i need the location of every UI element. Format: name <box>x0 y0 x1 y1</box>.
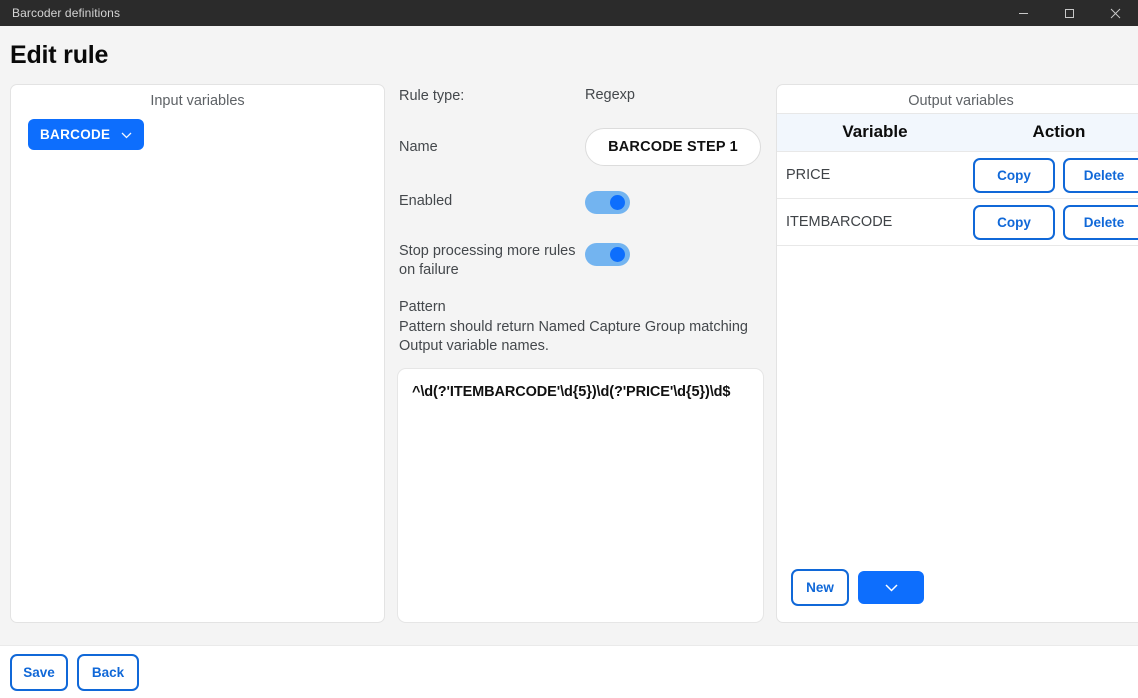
page-body: Edit rule Input variables BARCODE <box>0 26 1138 698</box>
chevron-down-icon <box>121 127 132 142</box>
rule-name-label: Name <box>399 138 585 157</box>
page-title: Edit rule <box>0 26 1138 84</box>
input-variables-list: BARCODE <box>11 113 384 150</box>
minimize-icon[interactable] <box>1000 0 1046 26</box>
maximize-icon[interactable] <box>1046 0 1092 26</box>
copy-button[interactable]: Copy <box>973 205 1055 240</box>
pattern-input[interactable]: ^\d(?'ITEMBARCODE'\d{5})\d(?'PRICE'\d{5}… <box>397 368 764 624</box>
row-actions: Copy Delete <box>973 158 1138 193</box>
output-variable-name: PRICE <box>777 167 973 183</box>
output-variables-table: Variable Action PRICE Copy Delete ITEMBA… <box>777 113 1138 246</box>
rule-stop-label: Stop processing more rules on failure <box>399 241 585 280</box>
window-controls <box>1000 0 1138 26</box>
rule-enabled-toggle[interactable] <box>585 191 630 214</box>
rule-stop-toggle[interactable] <box>585 243 630 266</box>
rule-form-fields: Rule type: Regexp Name Enabled Stop proc… <box>397 84 764 368</box>
rule-name-row: Name <box>399 128 762 189</box>
delete-button[interactable]: Delete <box>1063 158 1138 193</box>
input-variables-panel: Input variables BARCODE <box>10 84 385 623</box>
input-variable-barcode-button[interactable]: BARCODE <box>28 119 144 150</box>
copy-button[interactable]: Copy <box>973 158 1055 193</box>
rule-form-column: Rule type: Regexp Name Enabled Stop proc… <box>397 84 764 645</box>
rule-enabled-row: Enabled <box>399 189 762 241</box>
back-button[interactable]: Back <box>77 654 139 691</box>
table-header-row: Variable Action <box>777 113 1138 152</box>
table-row: ITEMBARCODE Copy Delete <box>777 199 1138 246</box>
rule-stop-row: Stop processing more rules on failure <box>399 241 762 298</box>
pattern-label: Pattern <box>399 298 762 318</box>
rule-enabled-label: Enabled <box>399 192 585 211</box>
input-variable-barcode-label: BARCODE <box>40 127 110 142</box>
table-row: PRICE Copy Delete <box>777 152 1138 199</box>
rule-type-label: Rule type: <box>399 87 585 106</box>
new-variable-button[interactable]: New <box>791 569 849 606</box>
pattern-hint: Pattern should return Named Capture Grou… <box>399 318 762 368</box>
delete-button[interactable]: Delete <box>1063 205 1138 240</box>
output-variables-panel: Output variables Variable Action PRICE C… <box>776 84 1138 623</box>
column-header-action: Action <box>973 114 1138 151</box>
save-button[interactable]: Save <box>10 654 68 691</box>
row-actions: Copy Delete <box>973 205 1138 240</box>
new-variable-dropdown-button[interactable] <box>858 571 924 604</box>
output-variables-column: Output variables Variable Action PRICE C… <box>776 84 1138 645</box>
rule-name-input[interactable] <box>585 128 761 166</box>
chevron-down-icon <box>885 580 898 595</box>
page-footer: Save Back <box>0 645 1138 698</box>
output-variable-name: ITEMBARCODE <box>777 214 973 230</box>
close-icon[interactable] <box>1092 0 1138 26</box>
input-variables-column: Input variables BARCODE <box>10 84 385 645</box>
column-header-variable: Variable <box>777 114 973 151</box>
input-variables-heading: Input variables <box>11 85 384 113</box>
window-titlebar: Barcoder definitions <box>0 0 1138 26</box>
window-title: Barcoder definitions <box>12 6 120 20</box>
rule-type-value: Regexp <box>585 87 635 103</box>
output-panel-footer: New <box>777 569 1138 622</box>
rule-type-row: Rule type: Regexp <box>399 84 762 128</box>
output-variables-heading: Output variables <box>777 85 1138 113</box>
content-columns: Input variables BARCODE Rule type: Regex… <box>0 84 1138 645</box>
